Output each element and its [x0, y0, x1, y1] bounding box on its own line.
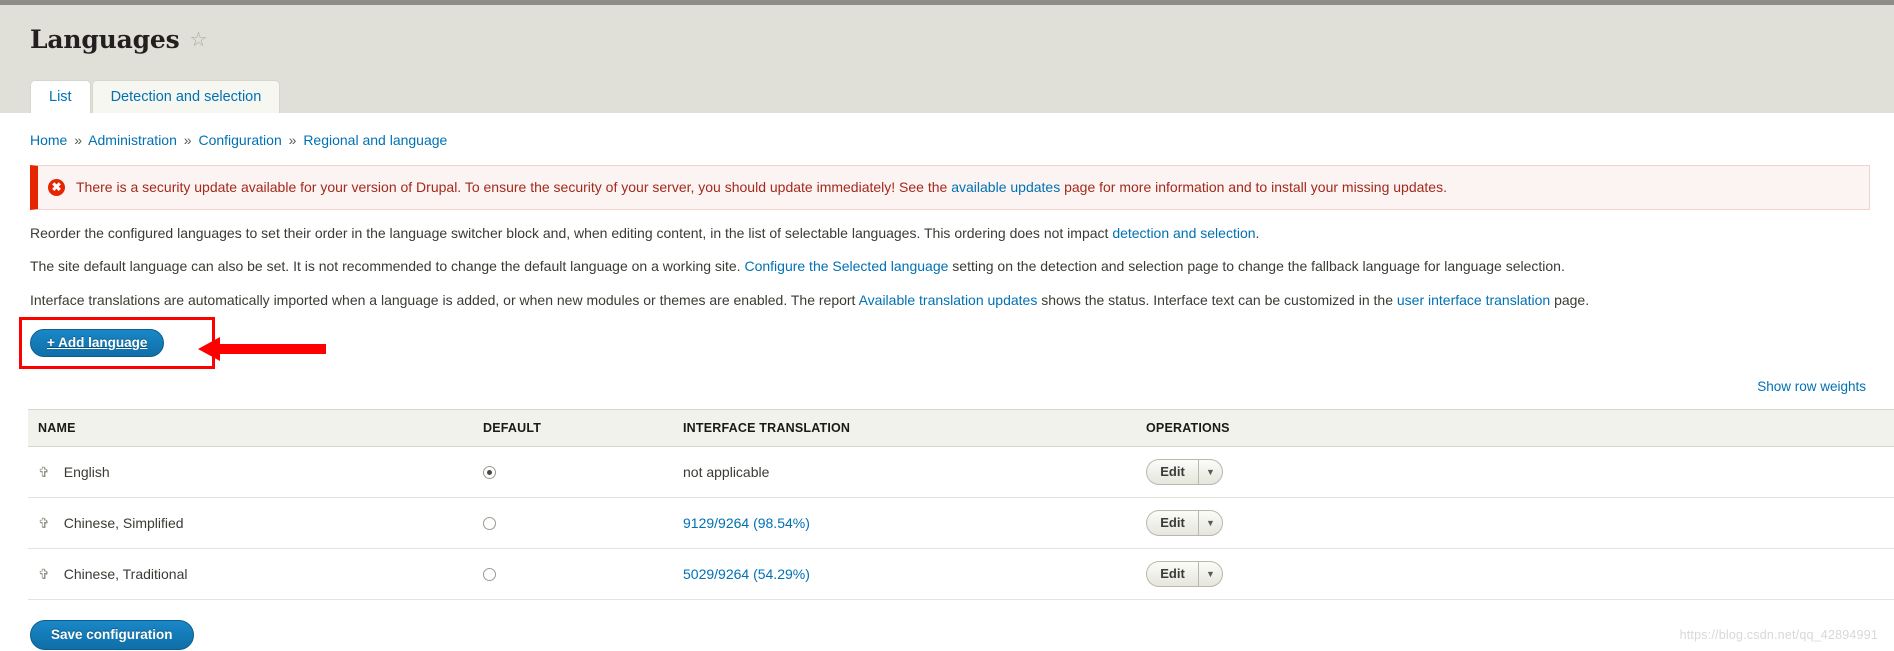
p2-text-before: The site default language can also be se… [30, 258, 745, 275]
breadcrumb-item-configuration[interactable]: Configuration [198, 132, 281, 148]
edit-button[interactable]: Edit [1146, 560, 1198, 587]
description-paragraph-1: Reorder the configured languages to set … [30, 224, 1864, 244]
drag-handle-icon[interactable]: ✞ [38, 516, 50, 530]
p2-text-after: setting on the detection and selection p… [948, 258, 1565, 275]
row-default-cell [473, 548, 673, 600]
row-operations-cell: Edit ▼ [1136, 548, 1894, 600]
default-language-radio[interactable] [483, 466, 496, 480]
row-translation-cell: 5029/9264 (54.29%) [673, 548, 1136, 600]
row-operations-cell: Edit ▼ [1136, 497, 1894, 549]
default-language-radio[interactable] [483, 517, 496, 531]
tab-detection-and-selection-label: Detection and selection [110, 89, 262, 105]
table-row: ✞ Chinese, Simplified 9129/9264 (98.54%)… [28, 497, 1894, 549]
tab-list-label: List [49, 89, 72, 105]
page-title: Languages [30, 25, 180, 54]
available-updates-link[interactable]: available updates [951, 179, 1060, 195]
p1-text-after: . [1255, 224, 1260, 241]
p3-text-before: Interface translations are automatically… [30, 292, 859, 309]
row-name-cell: ✞ Chinese, Simplified [28, 497, 473, 549]
column-header-interface-translation: INTERFACE TRANSLATION [673, 408, 1136, 447]
edit-button[interactable]: Edit [1146, 458, 1198, 485]
edit-button[interactable]: Edit [1146, 509, 1198, 536]
row-translation-cell: 9129/9264 (98.54%) [673, 497, 1136, 549]
translation-status-link[interactable]: 5029/9264 (54.29%) [683, 566, 810, 582]
available-translation-updates-link[interactable]: Available translation updates [859, 292, 1038, 308]
column-header-name: NAME [28, 408, 473, 447]
detection-and-selection-link[interactable]: detection and selection [1112, 225, 1255, 241]
description-paragraph-3: Interface translations are automatically… [30, 291, 1864, 311]
breadcrumb: Home » Administration » Configuration » … [30, 132, 1894, 148]
tab-detection-and-selection[interactable]: Detection and selection [91, 80, 281, 113]
page-title-wrap: Languages ☆ [30, 25, 207, 54]
annotation-arrow-icon [198, 336, 326, 361]
column-header-operations: OPERATIONS [1136, 408, 1894, 447]
chevron-down-icon[interactable]: ▼ [1198, 560, 1223, 587]
description-paragraph-2: The site default language can also be se… [30, 257, 1864, 277]
page-content: Home » Administration » Configuration » … [0, 113, 1894, 650]
row-operations-cell: Edit ▼ [1136, 446, 1894, 498]
p3-text-middle: shows the status. Interface text can be … [1037, 292, 1397, 309]
add-language-area: + Add language [19, 316, 326, 369]
page-header-band [0, 5, 1894, 113]
message-text-before: There is a security update available for… [76, 179, 952, 195]
breadcrumb-separator: » [288, 132, 297, 148]
row-name-cell: ✞ English [28, 446, 473, 498]
language-name: English [63, 463, 110, 480]
table-header-row: NAME DEFAULT INTERFACE TRANSLATION OPERA… [28, 408, 1894, 447]
drag-handle-icon[interactable]: ✞ [38, 567, 50, 581]
breadcrumb-item-administration[interactable]: Administration [88, 132, 177, 148]
star-outline-icon[interactable]: ☆ [189, 30, 207, 50]
languages-table: NAME DEFAULT INTERFACE TRANSLATION OPERA… [28, 408, 1894, 600]
configure-selected-language-link[interactable]: Configure the Selected language [744, 258, 948, 274]
p1-text-before: Reorder the configured languages to set … [30, 224, 1113, 241]
tab-list[interactable]: List [30, 80, 91, 113]
show-row-weights-link[interactable]: Show row weights [1757, 379, 1866, 394]
user-interface-translation-link[interactable]: user interface translation [1397, 292, 1550, 308]
breadcrumb-separator: » [74, 132, 83, 148]
language-name: Chinese, Traditional [63, 565, 188, 582]
row-translation-cell: not applicable [673, 446, 1136, 498]
row-default-cell [473, 497, 673, 549]
row-default-cell [473, 446, 673, 498]
error-icon: ✖ [48, 179, 65, 196]
p3-text-after: page. [1550, 292, 1590, 309]
row-name-cell: ✞ Chinese, Traditional [28, 548, 473, 600]
languages-admin-page: Languages ☆ List Detection and selection… [0, 0, 1894, 651]
column-header-default: DEFAULT [473, 408, 673, 447]
message-text-after: page for more information and to install… [1060, 179, 1447, 195]
show-row-weights-row: Show row weights [0, 379, 1894, 401]
table-row: ✞ Chinese, Traditional 5029/9264 (54.29%… [28, 548, 1894, 600]
drag-handle-icon[interactable]: ✞ [38, 465, 50, 479]
watermark: https://blog.csdn.net/qq_42894991 [1679, 628, 1878, 642]
security-update-message: ✖ There is a security update available f… [30, 165, 1870, 210]
security-update-message-text: There is a security update available for… [76, 178, 1447, 197]
save-configuration-area: Save configuration [30, 619, 1894, 650]
translation-status: not applicable [683, 463, 770, 480]
add-language-button[interactable]: + Add language [30, 328, 165, 357]
breadcrumb-item-regional-and-language[interactable]: Regional and language [303, 132, 447, 148]
save-configuration-button[interactable]: Save configuration [30, 619, 194, 650]
table-row: ✞ English not applicable Edit ▼ [28, 446, 1894, 498]
languages-table-head: NAME DEFAULT INTERFACE TRANSLATION OPERA… [28, 408, 1894, 447]
chevron-down-icon[interactable]: ▼ [1198, 458, 1223, 485]
translation-status-link[interactable]: 9129/9264 (98.54%) [683, 515, 810, 531]
language-name: Chinese, Simplified [63, 514, 184, 531]
primary-tabs: List Detection and selection [30, 80, 281, 113]
breadcrumb-separator: » [183, 132, 192, 148]
languages-table-body: ✞ English not applicable Edit ▼ ✞ Chines… [28, 446, 1894, 600]
default-language-radio[interactable] [483, 568, 496, 582]
chevron-down-icon[interactable]: ▼ [1198, 509, 1223, 536]
breadcrumb-item-home[interactable]: Home [30, 132, 67, 148]
